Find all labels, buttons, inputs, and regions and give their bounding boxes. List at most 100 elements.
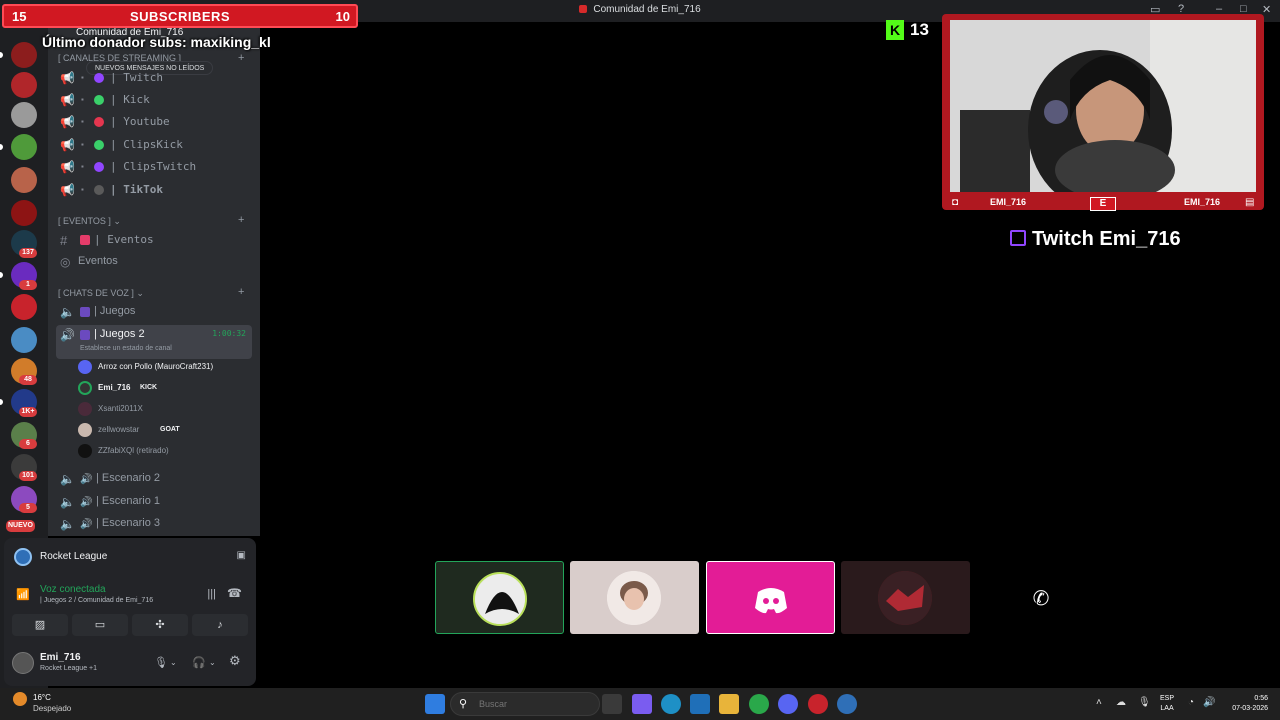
subs-label: SUBSCRIBERS	[129, 9, 231, 24]
channel-status[interactable]: Establece un estado de canal	[80, 345, 172, 352]
phone-icon[interactable]: ✆	[1026, 584, 1056, 614]
soundboard-button[interactable]: ♪	[192, 614, 248, 636]
lang-layout: LAA	[1160, 705, 1174, 712]
taskbar-search[interactable]: ⚲	[450, 692, 600, 716]
voice-status[interactable]: Voz conectada	[40, 584, 106, 595]
activities-button[interactable]: ✣	[132, 614, 188, 636]
voice-user[interactable]: zellwowstar GOAT	[78, 420, 248, 440]
kick-icon	[94, 140, 104, 150]
channel-eventos-text[interactable]: # | Eventos	[56, 230, 252, 250]
unread-badge: 1	[19, 280, 37, 290]
lang-code: ESP	[1160, 695, 1175, 702]
chevron-down-icon[interactable]: ⌄	[170, 658, 177, 667]
add-channel-icon[interactable]: +	[238, 286, 244, 298]
headphones-icon[interactable]: 🎧	[192, 656, 206, 669]
activity-icon[interactable]: ▣	[237, 550, 246, 561]
last-donor-text: Último donador subs: maxiking_kl	[42, 34, 271, 50]
voice-channel-escenario-3[interactable]: 🔈 🔊 | Escenario 3	[56, 514, 252, 534]
discord-icon[interactable]	[778, 694, 798, 714]
store-icon[interactable]	[690, 694, 710, 714]
user-panel: Emi_716 Rocket League +1 🎙 ⌄ 🎧 ⌄ ⚙	[4, 644, 256, 684]
avatar-image	[607, 571, 661, 625]
participant-tile[interactable]	[706, 561, 835, 634]
camera-off-button[interactable]: ▨	[12, 614, 68, 636]
server-icon[interactable]	[11, 200, 37, 226]
user-tag: GOAT	[160, 426, 180, 433]
language-indicator[interactable]: ESP LAA	[1160, 694, 1174, 714]
weather-icon[interactable]	[13, 692, 27, 706]
rocket-league-icon[interactable]	[837, 694, 857, 714]
game-activity[interactable]: Rocket League ▣	[14, 547, 246, 567]
screen-share-button[interactable]: ▭	[72, 614, 128, 636]
start-icon[interactable]	[425, 694, 445, 714]
server-icon[interactable]	[11, 134, 37, 160]
clock[interactable]: 0:56 07-03-2026	[1224, 694, 1268, 714]
voice-channel-juegos-2[interactable]: 🔊 | Juegos 2 1:00:32 Establece un estado…	[56, 325, 252, 359]
wifi-icon[interactable]: ◔	[1188, 697, 1194, 708]
voice-location[interactable]: | Juegos 2 / Comunidad de Emi_716	[40, 597, 153, 604]
voice-channel-escenario-2[interactable]: 🔈 🔊 | Escenario 2	[56, 469, 252, 489]
category-events[interactable]: [ EVENTOS ] ⌄	[58, 216, 121, 227]
screen: Comunidad de Emi_716 ▭ ? – □ ✕ 137 1 48 …	[0, 0, 1280, 720]
channel-eventos[interactable]: ◎ Eventos	[56, 252, 252, 272]
edge-icon[interactable]	[661, 694, 681, 714]
voice-user[interactable]: Emi_716 KICK	[78, 378, 248, 398]
close-icon[interactable]: ✕	[1262, 3, 1271, 16]
noise-suppression-icon[interactable]: |||	[207, 588, 216, 600]
chevron-up-icon[interactable]: ˄	[1096, 697, 1102, 708]
server-icon[interactable]	[11, 72, 37, 98]
channel-kick[interactable]: 📢 ▪ | Kick	[56, 90, 252, 110]
volume-icon[interactable]: 🔊	[1203, 697, 1215, 708]
microphone-icon[interactable]: 🎙	[1138, 697, 1151, 708]
server-icon[interactable]	[11, 42, 37, 68]
voice-user[interactable]: Arroz con Pollo (MauroCraft231)	[78, 357, 248, 377]
participant-tile[interactable]	[570, 561, 699, 634]
discord-logo	[755, 588, 787, 614]
server-icon[interactable]	[11, 102, 37, 128]
twitch-caption: Twitch Emi_716	[1010, 228, 1181, 251]
avatar	[78, 402, 92, 416]
voice-user[interactable]: Xsanti2011X	[78, 399, 248, 419]
voice-channel-juegos[interactable]: 🔈 | Juegos	[56, 302, 252, 322]
participant-tile[interactable]	[435, 561, 564, 634]
weather-condition[interactable]: Despejado	[33, 704, 71, 713]
channel-logo: E	[1090, 197, 1116, 211]
user-name: Emi_716	[98, 383, 131, 392]
events-icon: ◎	[60, 255, 71, 269]
channel-label: | Juegos	[94, 305, 136, 317]
cloud-icon[interactable]: ☁	[1116, 697, 1126, 708]
announcement-icon: 📢	[60, 138, 75, 152]
disconnect-icon[interactable]: ☎	[227, 586, 242, 600]
copilot-icon[interactable]	[632, 694, 652, 714]
participant-tile[interactable]	[841, 561, 970, 634]
category-voice[interactable]: [ CHATS DE VOZ ] ⌄	[58, 288, 144, 299]
avatar[interactable]	[12, 652, 34, 674]
unread-pill	[0, 144, 3, 150]
file-explorer-icon[interactable]	[719, 694, 739, 714]
channel-label: | ClipsKick	[110, 138, 183, 151]
task-view-icon[interactable]	[602, 694, 622, 714]
microphone-icon[interactable]: 🎙	[154, 656, 168, 669]
channel-tiktok[interactable]: 📢 ▪ | TikTok	[56, 180, 252, 200]
channel-youtube[interactable]: 📢 ▪ | Youtube	[56, 112, 252, 132]
voice-user[interactable]: ZZfabiXQl (retirado)	[78, 441, 248, 461]
unread-badge: 6	[19, 439, 37, 449]
server-icon[interactable]	[11, 327, 37, 353]
webcam-feed	[950, 20, 1256, 192]
chrome-icon[interactable]	[749, 694, 769, 714]
search-input[interactable]	[479, 697, 589, 711]
unread-badge: 137	[19, 248, 37, 258]
channel-twitch[interactable]: 📢 ▪ | Twitch	[56, 68, 252, 88]
gear-icon[interactable]: ⚙	[229, 653, 241, 669]
add-channel-icon[interactable]: +	[238, 214, 244, 226]
weather-temp[interactable]: 16°C	[33, 693, 51, 702]
user-name[interactable]: Emi_716	[40, 652, 81, 663]
voice-channel-escenario-1[interactable]: 🔈 🔊 | Escenario 1	[56, 492, 252, 512]
chevron-down-icon[interactable]: ⌄	[209, 658, 216, 667]
obs-icon[interactable]	[808, 694, 828, 714]
add-channel-icon[interactable]: +	[238, 52, 244, 64]
channel-clipskick[interactable]: 📢 ▪ | ClipsKick	[56, 135, 252, 155]
server-icon[interactable]	[11, 167, 37, 193]
channel-clipstwitch[interactable]: 📢 ▪ | ClipsTwitch	[56, 157, 252, 177]
server-icon[interactable]	[11, 294, 37, 320]
